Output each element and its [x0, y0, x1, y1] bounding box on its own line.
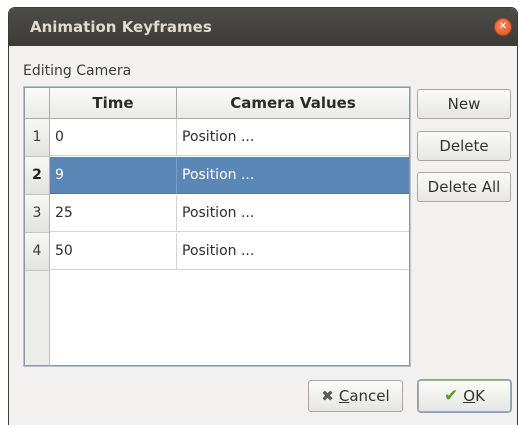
keyframes-table: Time Camera Values 1 0 Position ... 2 9 … — [24, 87, 410, 366]
table-row-selected[interactable]: 2 9 Position ... — [25, 157, 409, 195]
camera-values-cell[interactable]: Position ... — [177, 157, 409, 194]
table-row[interactable]: 3 25 Position ... — [25, 195, 409, 233]
title-bar[interactable]: Animation Keyframes ✕ — [9, 8, 517, 46]
table-row[interactable]: 4 50 Position ... — [25, 233, 409, 271]
ok-label: OK — [463, 387, 485, 405]
cancel-button[interactable]: ✖ Cancel — [308, 380, 403, 412]
time-cell[interactable]: 9 — [50, 157, 177, 194]
row-number[interactable]: 3 — [25, 195, 50, 233]
cancel-label: Cancel — [338, 387, 390, 405]
dialog-window: Animation Keyframes ✕ Editing Camera Tim… — [9, 8, 517, 425]
camera-values-cell[interactable]: Position ... — [177, 119, 409, 156]
time-cell[interactable]: 25 — [50, 195, 177, 232]
editing-label: Editing Camera — [23, 63, 132, 79]
cancel-x-icon: ✖ — [321, 386, 334, 405]
row-number[interactable]: 1 — [25, 119, 50, 157]
table-row[interactable]: 1 0 Position ... — [25, 119, 409, 157]
table-corner[interactable] — [25, 88, 50, 119]
column-header-time[interactable]: Time — [50, 88, 177, 119]
time-cell[interactable]: 50 — [50, 233, 177, 270]
ok-button[interactable]: ✔ OK — [418, 380, 511, 412]
close-icon[interactable]: ✕ — [495, 19, 511, 35]
delete-all-button[interactable]: Delete All — [417, 172, 511, 202]
column-header-camera-values[interactable]: Camera Values — [177, 88, 409, 119]
window-title: Animation Keyframes — [30, 18, 212, 36]
row-number[interactable]: 4 — [25, 233, 50, 271]
time-cell[interactable]: 0 — [50, 119, 177, 156]
camera-values-cell[interactable]: Position ... — [177, 195, 409, 232]
delete-button[interactable]: Delete — [417, 131, 511, 161]
row-number[interactable]: 2 — [25, 157, 50, 195]
camera-values-cell[interactable]: Position ... — [177, 233, 409, 270]
new-button[interactable]: New — [417, 89, 511, 119]
check-icon: ✔ — [444, 385, 459, 406]
